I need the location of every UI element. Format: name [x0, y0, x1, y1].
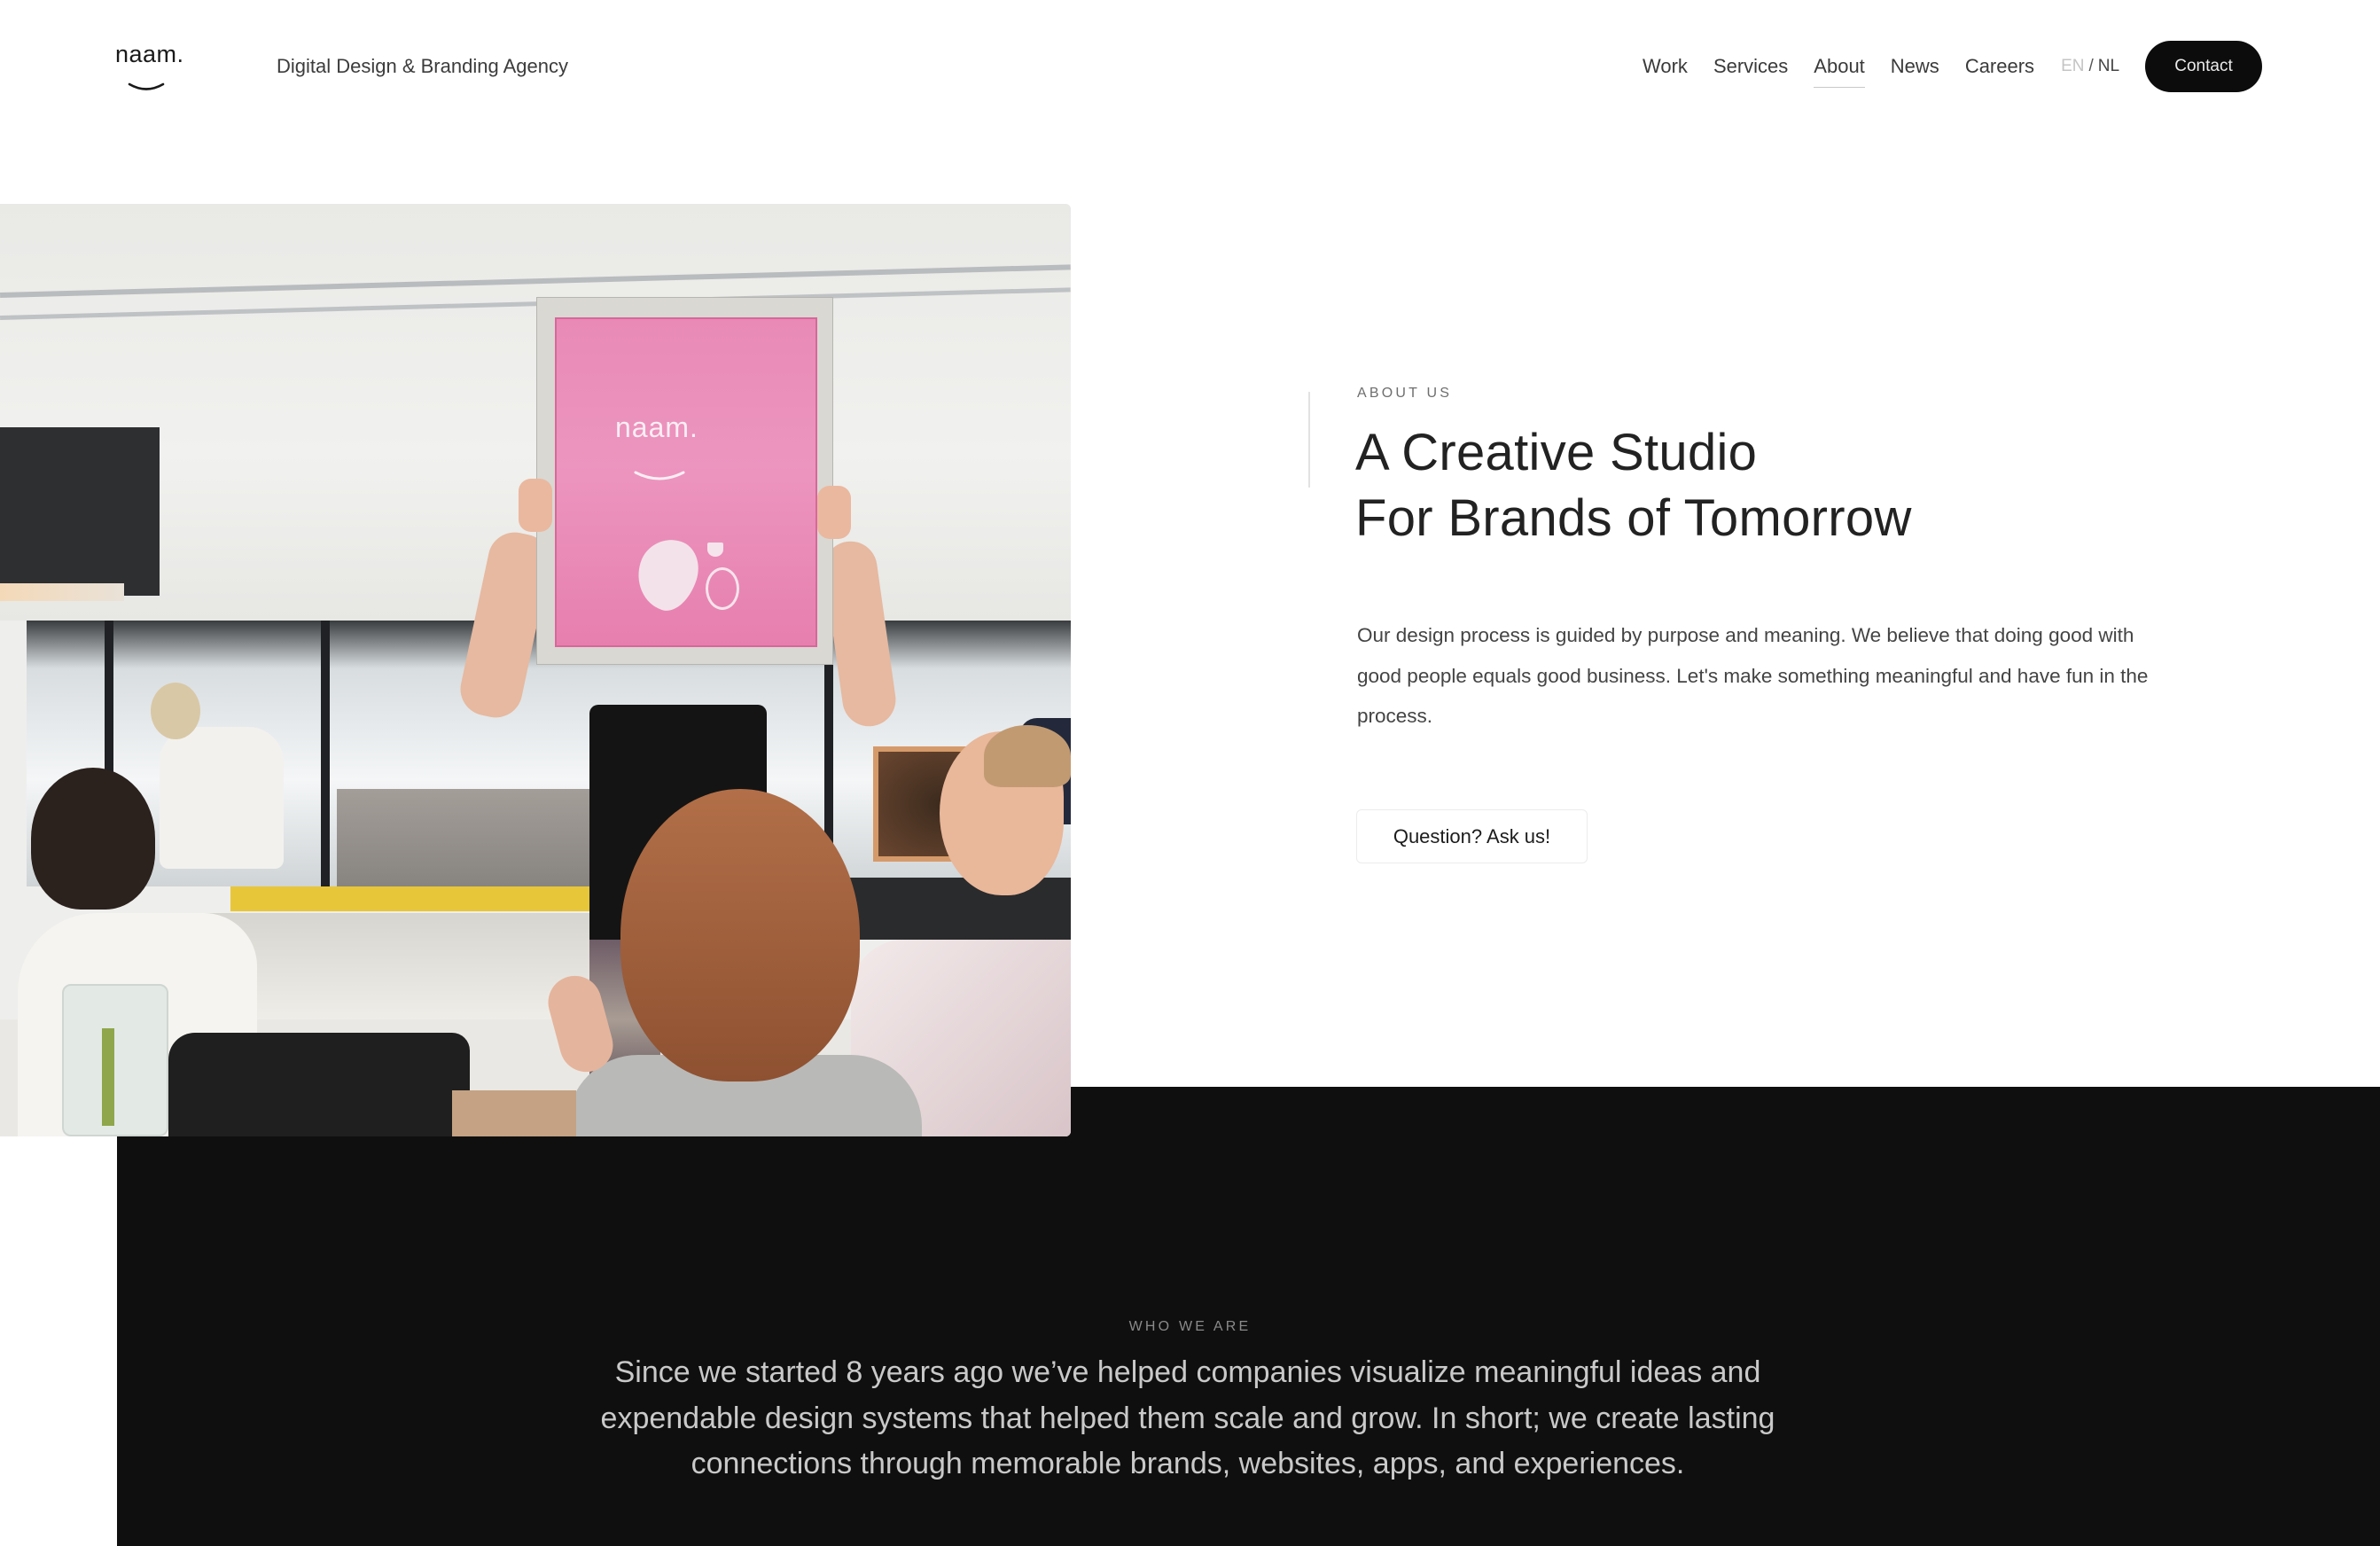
- contact-button[interactable]: Contact: [2145, 41, 2262, 92]
- site-header: naam. Digital Design & Branding Agency W…: [0, 0, 2380, 133]
- photo-man-right-hair: [984, 725, 1071, 787]
- photo-mullion: [321, 621, 330, 886]
- headline-line-1: A Creative Studio: [1355, 424, 1758, 481]
- photo-woman-front-head: [620, 789, 860, 1081]
- photo-glass-jar: [62, 984, 168, 1136]
- silkscreen-frame: naam.: [536, 297, 833, 665]
- silkscreen-pink: naam.: [555, 317, 817, 647]
- photo-cabinet: [0, 427, 160, 596]
- photo-woman-left-head: [31, 768, 155, 910]
- about-headline: A Creative Studio For Brands of Tomorrow: [1355, 420, 1912, 551]
- nav-item-work[interactable]: Work: [1643, 54, 1688, 79]
- lang-nl-link[interactable]: NL: [2098, 54, 2119, 79]
- logo[interactable]: naam.: [115, 39, 186, 96]
- photo-press-yellow: [230, 886, 603, 911]
- nav-item-news[interactable]: News: [1891, 54, 1939, 79]
- tagline: Digital Design & Branding Agency: [277, 55, 568, 77]
- smile-icon: [128, 82, 165, 90]
- photo-hand-left: [519, 479, 552, 532]
- who-we-are-eyebrow: WHO WE ARE: [1128, 1319, 1252, 1334]
- lang-separator: /: [2088, 57, 2094, 75]
- photo-plant: [102, 1028, 114, 1126]
- ask-us-button[interactable]: Question? Ask us!: [1356, 809, 1588, 863]
- photo-lamp-glow: [0, 583, 124, 601]
- main-nav: Work Services About News Careers EN / NL: [1643, 53, 2119, 88]
- silkscreen-shape-ring: [706, 567, 739, 610]
- silkscreen-shape-blob: [628, 531, 706, 618]
- photo-box: [452, 1090, 576, 1136]
- about-body: Our design process is guided by purpose …: [1357, 624, 2149, 727]
- who-we-are-statement: Since we started 8 years ago we’ve helpe…: [600, 1355, 1775, 1480]
- nav-item-careers[interactable]: Careers: [1965, 54, 2034, 79]
- photo-person-back: [160, 727, 284, 869]
- photo-black-bag: [168, 1033, 470, 1136]
- silkscreen-shape-small: [707, 543, 723, 557]
- language-switcher: EN / NL: [2061, 54, 2119, 79]
- photo-hand-right: [817, 486, 851, 539]
- photo-person-head: [151, 683, 200, 739]
- nav-item-services[interactable]: Services: [1713, 54, 1788, 79]
- lang-en-link[interactable]: EN: [2061, 54, 2084, 79]
- logo-text: naam.: [115, 41, 184, 67]
- nav-item-about[interactable]: About: [1814, 54, 1865, 88]
- vertical-divider: [1308, 392, 1310, 488]
- about-eyebrow: ABOUT US: [1357, 386, 1453, 401]
- headline-line-2: For Brands of Tomorrow: [1355, 489, 1912, 547]
- studio-photo: naam.: [0, 204, 1071, 1136]
- silkscreen-smile-icon: [634, 471, 685, 480]
- silkscreen-logo-text: naam.: [615, 411, 698, 443]
